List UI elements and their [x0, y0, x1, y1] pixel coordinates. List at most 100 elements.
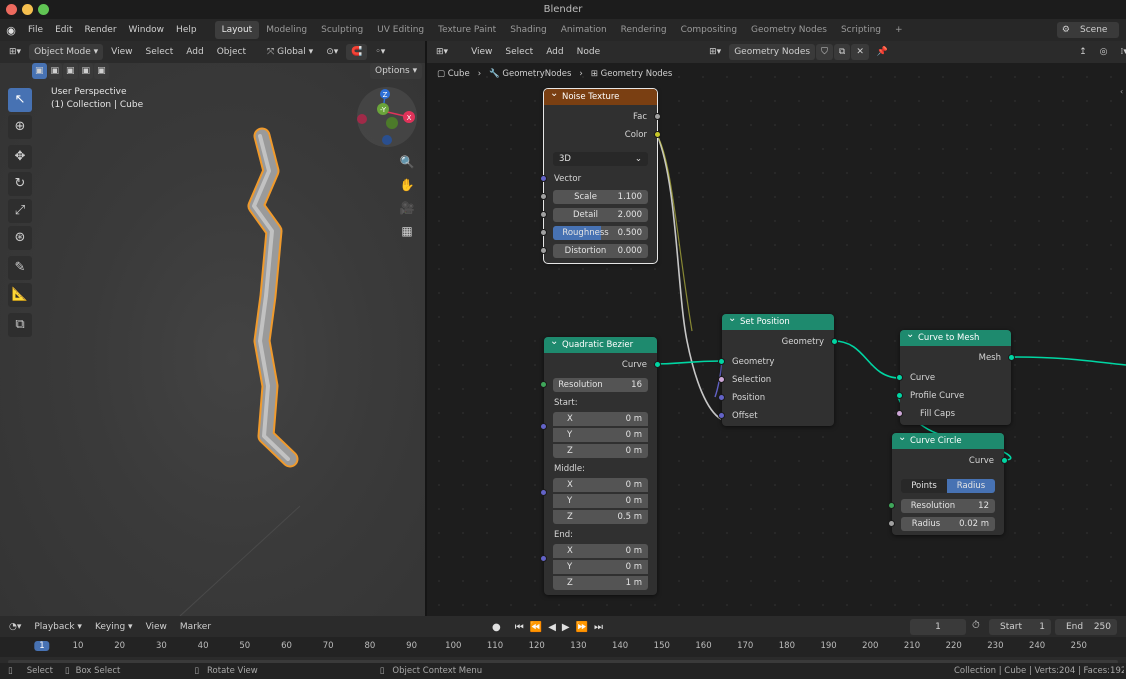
set-position-geometry-input-socket[interactable]	[718, 358, 725, 365]
blender-logo-icon[interactable]: ◉	[0, 24, 22, 37]
play-icon[interactable]: ▶	[562, 622, 570, 633]
jump-keyframe-forward-icon[interactable]: ⏩	[576, 622, 588, 633]
menu-edit[interactable]: Edit	[49, 19, 78, 41]
end-input-socket[interactable]	[540, 555, 547, 562]
bezier-resolution-socket[interactable]	[540, 381, 547, 388]
middle-input-socket[interactable]	[540, 489, 547, 496]
start-y-field[interactable]: Y0 m	[553, 428, 648, 442]
tab-rendering[interactable]: Rendering	[614, 21, 674, 39]
end-y-field[interactable]: Y0 m	[553, 560, 648, 574]
mouse-drag-icon: ▯	[64, 666, 70, 676]
offset-input-socket[interactable]	[718, 412, 725, 419]
mode-radius-button[interactable]: Radius	[947, 479, 995, 493]
curve-input-socket[interactable]	[896, 374, 903, 381]
stopwatch-icon[interactable]: ⏱	[972, 620, 980, 631]
keying-menu[interactable]: Keying ▾	[90, 619, 138, 635]
menu-render[interactable]: Render	[79, 19, 123, 41]
color-output-socket[interactable]	[654, 131, 661, 138]
profile-curve-input-socket[interactable]	[896, 392, 903, 399]
circle-radius-socket[interactable]	[888, 520, 895, 527]
end-label: End:	[554, 530, 574, 540]
menu-file[interactable]: File	[22, 19, 49, 41]
position-input-socket[interactable]	[718, 394, 725, 401]
tab-sculpting[interactable]: Sculpting	[314, 21, 370, 39]
tab-scripting[interactable]: Scripting	[834, 21, 888, 39]
roughness-input-socket[interactable]	[540, 229, 547, 236]
set-position-node-title[interactable]: Set Position	[722, 311, 834, 330]
start-frame-field[interactable]: Start 1	[989, 619, 1051, 635]
scale-input-socket[interactable]	[540, 193, 547, 200]
set-position-node[interactable]: Set Position Geometry Geometry Selection…	[718, 311, 838, 426]
roughness-field[interactable]: Roughness 0.500	[553, 226, 648, 240]
middle-x-field[interactable]: X0 m	[553, 478, 648, 492]
scene-selector[interactable]: ⚙ Scene	[1056, 22, 1122, 38]
play-reverse-icon[interactable]: ◀	[548, 622, 556, 633]
add-workspace-button[interactable]: +	[888, 21, 910, 39]
frame-ruler[interactable]: 1 10 20 30 40 50 60 70 80 90 100 110 120 130 140 150 160…	[0, 637, 1126, 657]
tab-layout[interactable]: Layout	[214, 21, 260, 39]
circle-resolution-socket[interactable]	[888, 502, 895, 509]
curve-to-mesh-node[interactable]: Curve to Mesh Mesh Curve Profile Curve F…	[896, 327, 1015, 425]
end-x-field[interactable]: X0 m	[553, 544, 648, 558]
tab-uv-editing[interactable]: UV Editing	[370, 21, 431, 39]
middle-z-field[interactable]: Z 0.5 m	[553, 510, 648, 524]
bezier-node-title[interactable]: Quadratic Bezier	[544, 334, 657, 353]
jump-keyframe-back-icon[interactable]: ⏪	[530, 622, 542, 633]
selection-input-socket[interactable]	[718, 376, 725, 383]
circle-curve-output-socket[interactable]	[1001, 457, 1008, 464]
close-window-button[interactable]	[6, 4, 17, 15]
curve-to-mesh-node-title[interactable]: Curve to Mesh	[900, 327, 1011, 346]
3d-viewport[interactable]: ⊞▾ Object Mode ▾ View Select Add Object …	[0, 41, 425, 616]
node-editor[interactable]: ⊞▾ View Select Add Node ⊞▾ Geometry Node…	[427, 41, 1126, 616]
minimize-window-button[interactable]	[22, 4, 33, 15]
tab-shading[interactable]: Shading	[503, 21, 554, 39]
scale-field[interactable]: Scale 1.100	[553, 190, 648, 204]
mesh-output-socket[interactable]	[1008, 354, 1015, 361]
distortion-field[interactable]: Distortion 0.000	[553, 244, 648, 258]
vector-input-socket[interactable]	[540, 175, 547, 182]
bezier-curve-output-socket[interactable]	[654, 361, 661, 368]
marker-menu[interactable]: Marker	[175, 619, 216, 635]
menu-window[interactable]: Window	[123, 19, 171, 41]
noise-texture-node[interactable]: Noise Texture Fac Color 3D⌄ Vector Scale…	[540, 86, 661, 264]
fill-caps-input-socket[interactable]	[896, 410, 903, 417]
record-icon[interactable]: ●	[492, 622, 501, 633]
circle-radius-field[interactable]: Radius 0.02 m	[901, 517, 995, 531]
bezier-resolution-field[interactable]: Resolution 16	[553, 378, 648, 392]
tab-compositing[interactable]: Compositing	[674, 21, 744, 39]
detail-input-socket[interactable]	[540, 211, 547, 218]
quadratic-bezier-node[interactable]: Quadratic Bezier Curve Resolution16 Star…	[540, 334, 661, 595]
color-output-label: Color	[624, 130, 647, 140]
curve-circle-node-title[interactable]: Curve Circle	[892, 430, 1004, 449]
maximize-window-button[interactable]	[38, 4, 49, 15]
tab-texture-paint[interactable]: Texture Paint	[431, 21, 503, 39]
ruler-tick: 180	[778, 641, 796, 651]
dimensions-dropdown[interactable]: 3D ⌄	[553, 152, 648, 166]
current-frame-field[interactable]: 1	[910, 619, 966, 635]
tab-geometry-nodes[interactable]: Geometry Nodes	[744, 21, 834, 39]
start-z-field[interactable]: Z0 m	[553, 444, 648, 458]
distortion-input-socket[interactable]	[540, 247, 547, 254]
start-input-socket[interactable]	[540, 423, 547, 430]
noise-node-title[interactable]: Noise Texture	[544, 86, 657, 105]
timeline-editor-icon[interactable]: ◔▾	[4, 619, 26, 635]
ruler-tick: 190	[820, 641, 837, 651]
middle-y-field[interactable]: Y0 m	[553, 494, 648, 508]
timeline-view-menu[interactable]: View	[141, 619, 172, 635]
jump-start-icon[interactable]: ⏮	[515, 622, 524, 633]
tab-modeling[interactable]: Modeling	[259, 21, 314, 39]
circle-resolution-field[interactable]: Resolution 12	[901, 499, 995, 513]
fac-output-socket[interactable]	[654, 113, 661, 120]
end-frame-field[interactable]: End 250	[1055, 619, 1117, 635]
menu-help[interactable]: Help	[170, 19, 203, 41]
playback-menu[interactable]: Playback ▾	[29, 619, 87, 635]
start-x-field[interactable]: X0 m	[553, 412, 648, 426]
end-z-field[interactable]: Z1 m	[553, 576, 648, 590]
detail-field[interactable]: Detail 2.000	[553, 208, 648, 222]
jump-end-icon[interactable]: ⏭	[594, 622, 603, 633]
set-position-geometry-output-socket[interactable]	[831, 338, 838, 345]
current-frame-marker[interactable]: 1	[34, 641, 50, 651]
tab-animation[interactable]: Animation	[554, 21, 614, 39]
mode-points-button[interactable]: Points	[901, 479, 947, 493]
curve-circle-node[interactable]: Curve Circle Curve Points Radius Resolut…	[888, 430, 1008, 535]
